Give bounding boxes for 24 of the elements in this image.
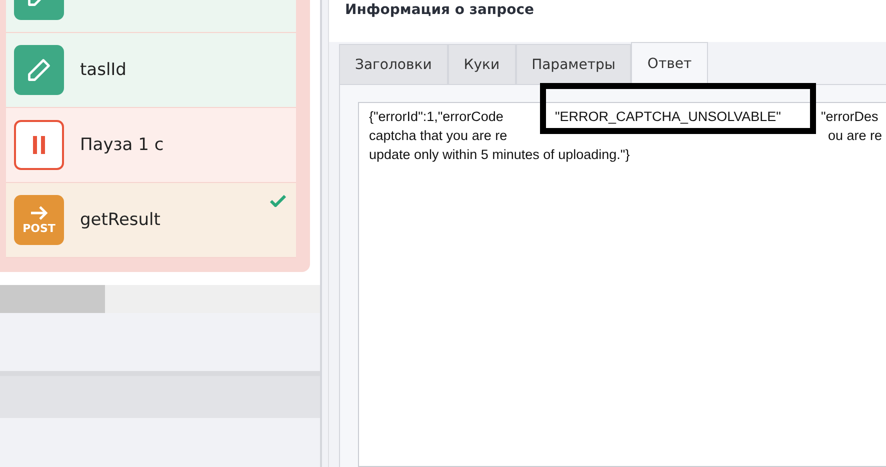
scrollbar-thumb[interactable]	[0, 285, 105, 313]
pause-icon	[14, 120, 64, 170]
action-item[interactable]: Пауза 1 с	[6, 108, 296, 183]
action-item[interactable]: taslId	[6, 33, 296, 108]
action-label: Пауза 1 с	[80, 135, 164, 155]
tab[interactable]: Заголовки	[339, 44, 448, 84]
post-icon: POST	[14, 195, 64, 245]
response-text: "errorDes	[821, 108, 878, 126]
scrollbar[interactable]	[0, 285, 320, 313]
response-text: {"errorId":1,"errorCode	[369, 108, 504, 126]
splitter[interactable]	[322, 0, 329, 467]
response-text: captcha that you are re	[369, 127, 508, 145]
action-label: taslId	[80, 60, 126, 80]
tab[interactable]: Куки	[448, 44, 516, 84]
action-item[interactable]: POST getResult	[6, 183, 296, 258]
panel-title: Информация о запросе	[329, 0, 886, 42]
pencil-icon	[14, 45, 64, 95]
response-text: "ERROR_CAPTCHA_UNSOLVABLE"	[555, 108, 782, 126]
tab[interactable]: Параметры	[516, 44, 632, 84]
action-label: getResult	[80, 210, 160, 230]
response-text-area[interactable]: {"errorId":1,"errorCode "ERROR_CAPTCHA_UNSOLVABLE" "errorDes captcha that you are re ou are re update only within 5 minutes of uploading."}	[358, 102, 886, 467]
response-text: update only within 5 minutes of uploading."}	[369, 146, 630, 164]
tab[interactable]: Ответ	[631, 42, 708, 84]
response-text: ou are re	[828, 127, 882, 145]
